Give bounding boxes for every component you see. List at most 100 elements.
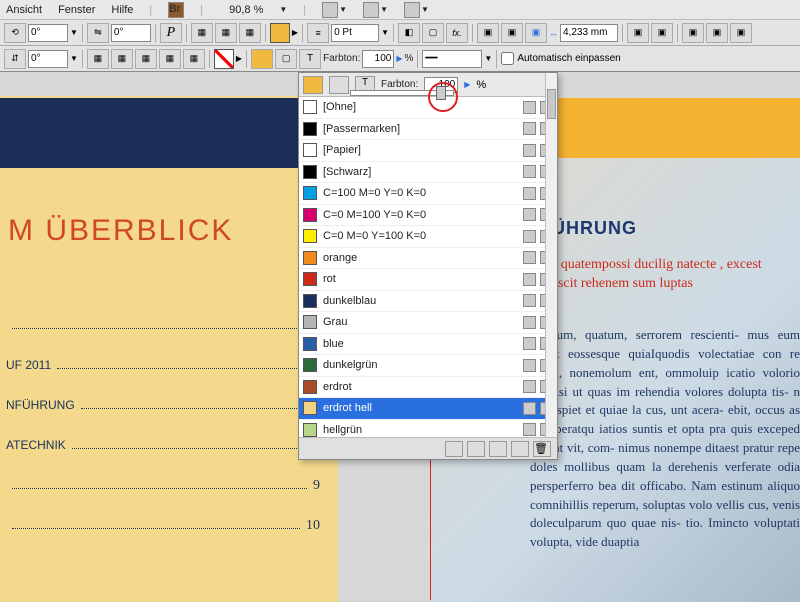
- select-prev-icon[interactable]: ▦: [135, 49, 157, 69]
- flip-h-icon[interactable]: ⇋: [87, 23, 109, 43]
- tool-e-icon[interactable]: ▣: [730, 23, 752, 43]
- swatch-chip: [303, 229, 317, 243]
- swatch-row[interactable]: erdrot: [299, 377, 557, 399]
- swatch-chip: [303, 251, 317, 265]
- type-tool-icon[interactable]: T: [299, 49, 321, 69]
- flip-v-icon[interactable]: ⇵: [4, 49, 26, 69]
- strokestyle-field[interactable]: ━━: [422, 50, 482, 68]
- swatch-type-icon: [523, 122, 536, 135]
- swatch-name: [Ohne]: [323, 101, 517, 113]
- swatch-chip: [303, 401, 317, 415]
- swatch-type-icon: [523, 423, 536, 436]
- shear-field[interactable]: 0°: [111, 24, 151, 42]
- toc-row: 9: [6, 478, 320, 494]
- show-all-swatches-icon[interactable]: [445, 441, 463, 457]
- swatch-row[interactable]: C=0 M=0 Y=100 K=0: [299, 226, 557, 248]
- right-subhead: atem quatempossi ducilig natecte , exces…: [530, 256, 790, 294]
- fill-color-swatch[interactable]: [270, 23, 290, 43]
- fit-1-icon[interactable]: ▣: [477, 23, 499, 43]
- swatch-row[interactable]: [Schwarz]: [299, 162, 557, 184]
- apply-none-icon[interactable]: ▢: [275, 49, 297, 69]
- swatch-row[interactable]: dunkelblau: [299, 291, 557, 313]
- toc-row: UF 20117: [6, 358, 320, 374]
- swatch-name: [Papier]: [323, 144, 517, 156]
- swatch-chip: [303, 122, 317, 136]
- swatch-name: orange: [323, 252, 517, 264]
- swatch-row[interactable]: [Papier]: [299, 140, 557, 162]
- apply-fill-icon[interactable]: [251, 49, 273, 69]
- menu-fenster[interactable]: Fenster: [58, 4, 95, 16]
- control-bar-2: ⇵ 0° ▼ ▦ ▦ ▦ ▦ ▦ ▶ ▢ T Farbton: ▶ % ━━ ▼…: [0, 46, 800, 72]
- swatch-chip: [303, 208, 317, 222]
- width-field[interactable]: 4,233 mm: [560, 24, 618, 42]
- textwrap-3-icon[interactable]: ▦: [239, 23, 261, 43]
- tool-a-icon[interactable]: ▣: [627, 23, 649, 43]
- rotate-ccw-icon[interactable]: ⟲: [4, 23, 26, 43]
- stroke-weight-icon[interactable]: ≡: [307, 23, 329, 43]
- left-page-heading: M ÜBERBLICK: [8, 214, 233, 248]
- swatch-row[interactable]: rot: [299, 269, 557, 291]
- swatch-row[interactable]: orange: [299, 248, 557, 270]
- swatch-row[interactable]: C=0 M=100 Y=0 K=0: [299, 205, 557, 227]
- stroke-color-swatch[interactable]: [214, 49, 234, 69]
- swatch-name: blue: [323, 338, 517, 350]
- swatch-row[interactable]: dunkelgrün: [299, 355, 557, 377]
- select-next-icon[interactable]: ▦: [159, 49, 181, 69]
- swatch-type-icon: [523, 187, 536, 200]
- swatches-footer: 🗑: [299, 437, 557, 459]
- swatch-chip: [303, 337, 317, 351]
- swatch-chip: [303, 294, 317, 308]
- shadow-icon[interactable]: ◧: [398, 23, 420, 43]
- swatch-type-icon: [523, 316, 536, 329]
- swatches-list[interactable]: [Ohne] [Passermarken] [Papier] [Schwarz]C=1…: [299, 97, 557, 437]
- autofit-checkbox[interactable]: Automatisch einpassen: [501, 52, 620, 65]
- tool-d-icon[interactable]: ▣: [706, 23, 728, 43]
- menu-ansicht[interactable]: Ansicht: [6, 4, 42, 16]
- tint-field[interactable]: [365, 53, 391, 64]
- fill-proxy-icon[interactable]: [303, 76, 323, 94]
- arrange-icon[interactable]: ▼: [404, 2, 429, 18]
- view-options-icon[interactable]: ▼: [363, 2, 388, 18]
- toc-row: 10: [6, 518, 320, 534]
- swatch-name: C=0 M=100 Y=0 K=0: [323, 209, 517, 221]
- select-more-icon[interactable]: ▦: [183, 49, 205, 69]
- delete-swatch-icon[interactable]: 🗑: [533, 441, 551, 457]
- menu-bar: Ansicht Fenster Hilfe | Br | 90,8 % ▼ | …: [0, 0, 800, 20]
- swatch-name: erdrot hell: [323, 402, 517, 414]
- effects-icon[interactable]: fx.: [446, 23, 468, 43]
- bridge-icon[interactable]: Br: [168, 2, 184, 18]
- zoom-level[interactable]: 90,8 %: [229, 4, 263, 16]
- swatch-row[interactable]: Grau: [299, 312, 557, 334]
- page-left[interactable]: M ÜBERBLICK 5 UF 20117 NFÜHRUNG7 ATECHNI…: [0, 96, 338, 602]
- swatch-name: C=0 M=0 Y=100 K=0: [323, 230, 517, 242]
- swatch-row[interactable]: [Passermarken]: [299, 119, 557, 141]
- show-gradient-swatches-icon[interactable]: [489, 441, 507, 457]
- menu-hilfe[interactable]: Hilfe: [111, 4, 133, 16]
- stroke-weight-field[interactable]: 0 Pt: [331, 24, 379, 42]
- screen-mode-icon[interactable]: ▼: [322, 2, 347, 18]
- swatch-row[interactable]: erdrot hell: [299, 398, 557, 420]
- fit-3-icon[interactable]: ▣: [525, 23, 547, 43]
- fit-2-icon[interactable]: ▣: [501, 23, 523, 43]
- swatch-row[interactable]: hellgrün: [299, 420, 557, 438]
- swatch-type-icon: [523, 273, 536, 286]
- swatch-chip: [303, 315, 317, 329]
- textwrap-2-icon[interactable]: ▦: [215, 23, 237, 43]
- swatch-type-icon: [523, 208, 536, 221]
- new-swatch-icon[interactable]: [511, 441, 529, 457]
- rotation-field[interactable]: 0°: [28, 24, 68, 42]
- swatch-row[interactable]: C=100 M=0 Y=0 K=0: [299, 183, 557, 205]
- opacity-icon[interactable]: ▢: [422, 23, 444, 43]
- tool-b-icon[interactable]: ▣: [651, 23, 673, 43]
- textwrap-1-icon[interactable]: ▦: [191, 23, 213, 43]
- swatch-scrollbar[interactable]: [545, 73, 557, 437]
- show-color-swatches-icon[interactable]: [467, 441, 485, 457]
- paragraph-style-icon[interactable]: P: [160, 23, 182, 43]
- swatch-row[interactable]: blue: [299, 334, 557, 356]
- rotation2-field[interactable]: 0°: [28, 50, 68, 68]
- tool-c-icon[interactable]: ▣: [682, 23, 704, 43]
- select-content-icon[interactable]: ▦: [87, 49, 109, 69]
- select-container-icon[interactable]: ▦: [111, 49, 133, 69]
- stroke-proxy-icon[interactable]: [329, 76, 349, 94]
- swatch-name: [Passermarken]: [323, 123, 517, 135]
